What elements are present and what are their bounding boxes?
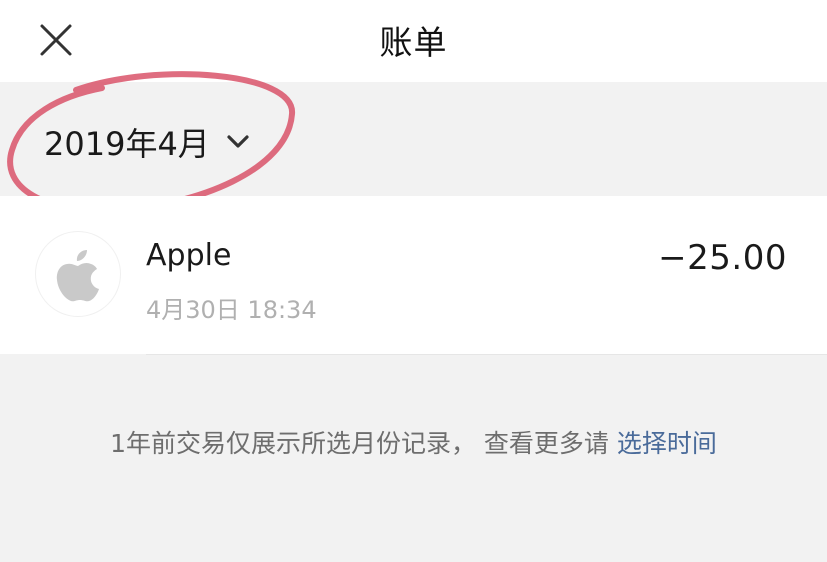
bill-screen: 账单 2019年4月 Apple 4月30日 18:34 −25.00 1年前交… xyxy=(0,0,827,562)
transaction-amount: −25.00 xyxy=(658,238,787,278)
select-time-link[interactable]: 选择时间 xyxy=(617,429,717,458)
month-selector[interactable]: 2019年4月 xyxy=(44,118,250,166)
month-filter-bar: 2019年4月 xyxy=(0,82,827,196)
merchant-name: Apple xyxy=(146,238,232,273)
transaction-row[interactable]: Apple 4月30日 18:34 −25.00 xyxy=(0,196,827,354)
chevron-down-icon xyxy=(227,135,249,148)
apple-logo-icon xyxy=(56,250,99,302)
transaction-time: 4月30日 18:34 xyxy=(146,296,317,324)
history-notice: 1年前交易仅展示所选月份记录， 查看更多请 选择时间 xyxy=(0,424,827,460)
merchant-avatar xyxy=(36,232,120,316)
header-bar: 账单 xyxy=(0,0,827,82)
month-label: 2019年4月 xyxy=(44,125,210,163)
page-title: 账单 xyxy=(379,23,448,62)
divider xyxy=(146,354,827,355)
notice-text: 1年前交易仅展示所选月份记录， 查看更多请 xyxy=(110,429,617,458)
